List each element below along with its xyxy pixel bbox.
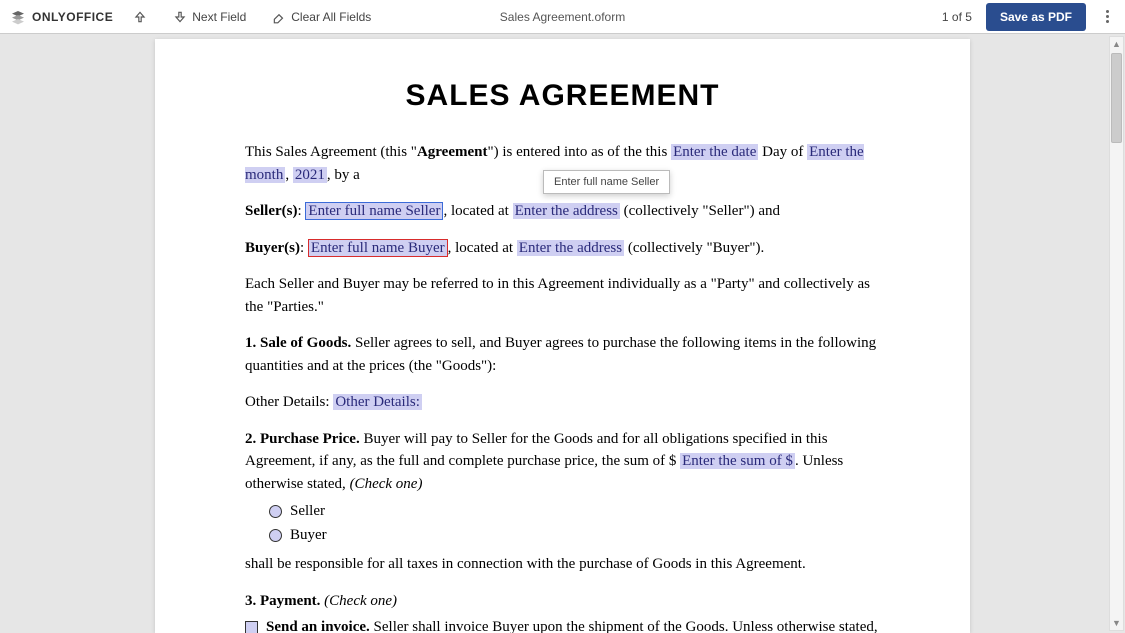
radio-seller[interactable] bbox=[269, 505, 282, 518]
section-1-head: 1. Sale of Goods. bbox=[245, 335, 351, 351]
radio-send-invoice[interactable] bbox=[245, 621, 258, 633]
section-1: 1. Sale of Goods. Seller agrees to sell,… bbox=[245, 332, 880, 377]
section-3-head: 3. Payment. bbox=[245, 593, 320, 609]
prev-field-button[interactable] bbox=[127, 6, 153, 28]
text: , by a bbox=[327, 167, 360, 183]
option-seller-label: Seller bbox=[290, 503, 325, 519]
brand-logo: ONLYOFFICE bbox=[10, 9, 113, 25]
arrow-down-icon bbox=[173, 10, 187, 24]
buyer-label: Buyer(s) bbox=[245, 240, 300, 256]
next-field-button[interactable]: Next Field bbox=[167, 6, 252, 28]
save-as-pdf-button[interactable]: Save as PDF bbox=[986, 3, 1086, 31]
date-field[interactable]: Enter the date bbox=[671, 144, 758, 160]
buyer-address-field[interactable]: Enter the address bbox=[517, 240, 624, 256]
page-counter: 1 of 5 bbox=[942, 10, 972, 24]
section-2-head: 2. Purchase Price. bbox=[245, 431, 360, 447]
text: : bbox=[300, 240, 308, 256]
seller-name-field[interactable]: Enter full name Seller bbox=[305, 202, 443, 220]
document-viewport: Enter full name Seller SALES AGREEMENT T… bbox=[0, 34, 1125, 633]
text: , bbox=[285, 167, 293, 183]
section-2: 2. Purchase Price. Buyer will pay to Sel… bbox=[245, 428, 880, 496]
text: (collectively "Seller") and bbox=[620, 203, 780, 219]
text: , located at bbox=[448, 240, 517, 256]
other-details-line: Other Details: Other Details: bbox=[245, 391, 880, 414]
party-paragraph: Each Seller and Buyer may be referred to… bbox=[245, 273, 880, 318]
other-details-field[interactable]: Other Details: bbox=[333, 394, 422, 410]
text-bold: Agreement bbox=[417, 144, 488, 160]
buyer-name-field[interactable]: Enter full name Buyer bbox=[308, 239, 448, 257]
text: (collectively "Buyer"). bbox=[624, 240, 764, 256]
scroll-up-button[interactable]: ▲ bbox=[1110, 37, 1123, 51]
buyer-line: Buyer(s): Enter full name Buyer, located… bbox=[245, 237, 880, 260]
clear-all-button[interactable]: Clear All Fields bbox=[266, 6, 377, 28]
scroll-down-button[interactable]: ▼ bbox=[1110, 616, 1123, 630]
year-field[interactable]: 2021 bbox=[293, 167, 327, 183]
text: This Sales Agreement (this " bbox=[245, 144, 417, 160]
next-field-label: Next Field bbox=[192, 10, 246, 24]
clear-all-label: Clear All Fields bbox=[291, 10, 371, 24]
more-menu-button[interactable] bbox=[1100, 4, 1115, 29]
option-buyer-label: Buyer bbox=[290, 527, 327, 543]
text: , located at bbox=[443, 203, 512, 219]
field-tooltip: Enter full name Seller bbox=[543, 170, 670, 194]
onlyoffice-icon bbox=[10, 9, 26, 25]
check-one-hint: (Check one) bbox=[324, 593, 397, 609]
scrollbar[interactable]: ▲ ▼ bbox=[1109, 36, 1124, 631]
other-details-label: Other Details: bbox=[245, 394, 333, 410]
seller-line: Seller(s): Enter full name Seller, locat… bbox=[245, 200, 880, 223]
section-3-head-line: 3. Payment. (Check one) bbox=[245, 590, 880, 613]
section-2-tail: shall be responsible for all taxes in co… bbox=[245, 553, 880, 576]
scroll-thumb[interactable] bbox=[1111, 53, 1122, 143]
text: Day of bbox=[758, 144, 807, 160]
radio-buyer[interactable] bbox=[269, 529, 282, 542]
responsible-party-options: Seller Buyer bbox=[269, 499, 880, 547]
seller-address-field[interactable]: Enter the address bbox=[513, 203, 620, 219]
text: ") is entered into as of the this bbox=[487, 144, 671, 160]
document-title: Sales Agreement.oform bbox=[500, 10, 625, 24]
page-title: SALES AGREEMENT bbox=[245, 79, 880, 113]
brand-name: ONLYOFFICE bbox=[32, 10, 113, 24]
toolbar: ONLYOFFICE Next Field Clear All Fields S… bbox=[0, 0, 1125, 34]
check-one-hint: (Check one) bbox=[350, 476, 423, 492]
eraser-icon bbox=[272, 10, 286, 24]
arrow-up-icon bbox=[133, 10, 147, 24]
seller-label: Seller(s) bbox=[245, 203, 297, 219]
section-3-body: Send an invoice. Seller shall invoice Bu… bbox=[245, 616, 880, 633]
sum-field[interactable]: Enter the sum of $ bbox=[680, 453, 795, 469]
document-page: Enter full name Seller SALES AGREEMENT T… bbox=[155, 39, 970, 633]
send-invoice-label: Send an invoice. bbox=[266, 619, 370, 633]
